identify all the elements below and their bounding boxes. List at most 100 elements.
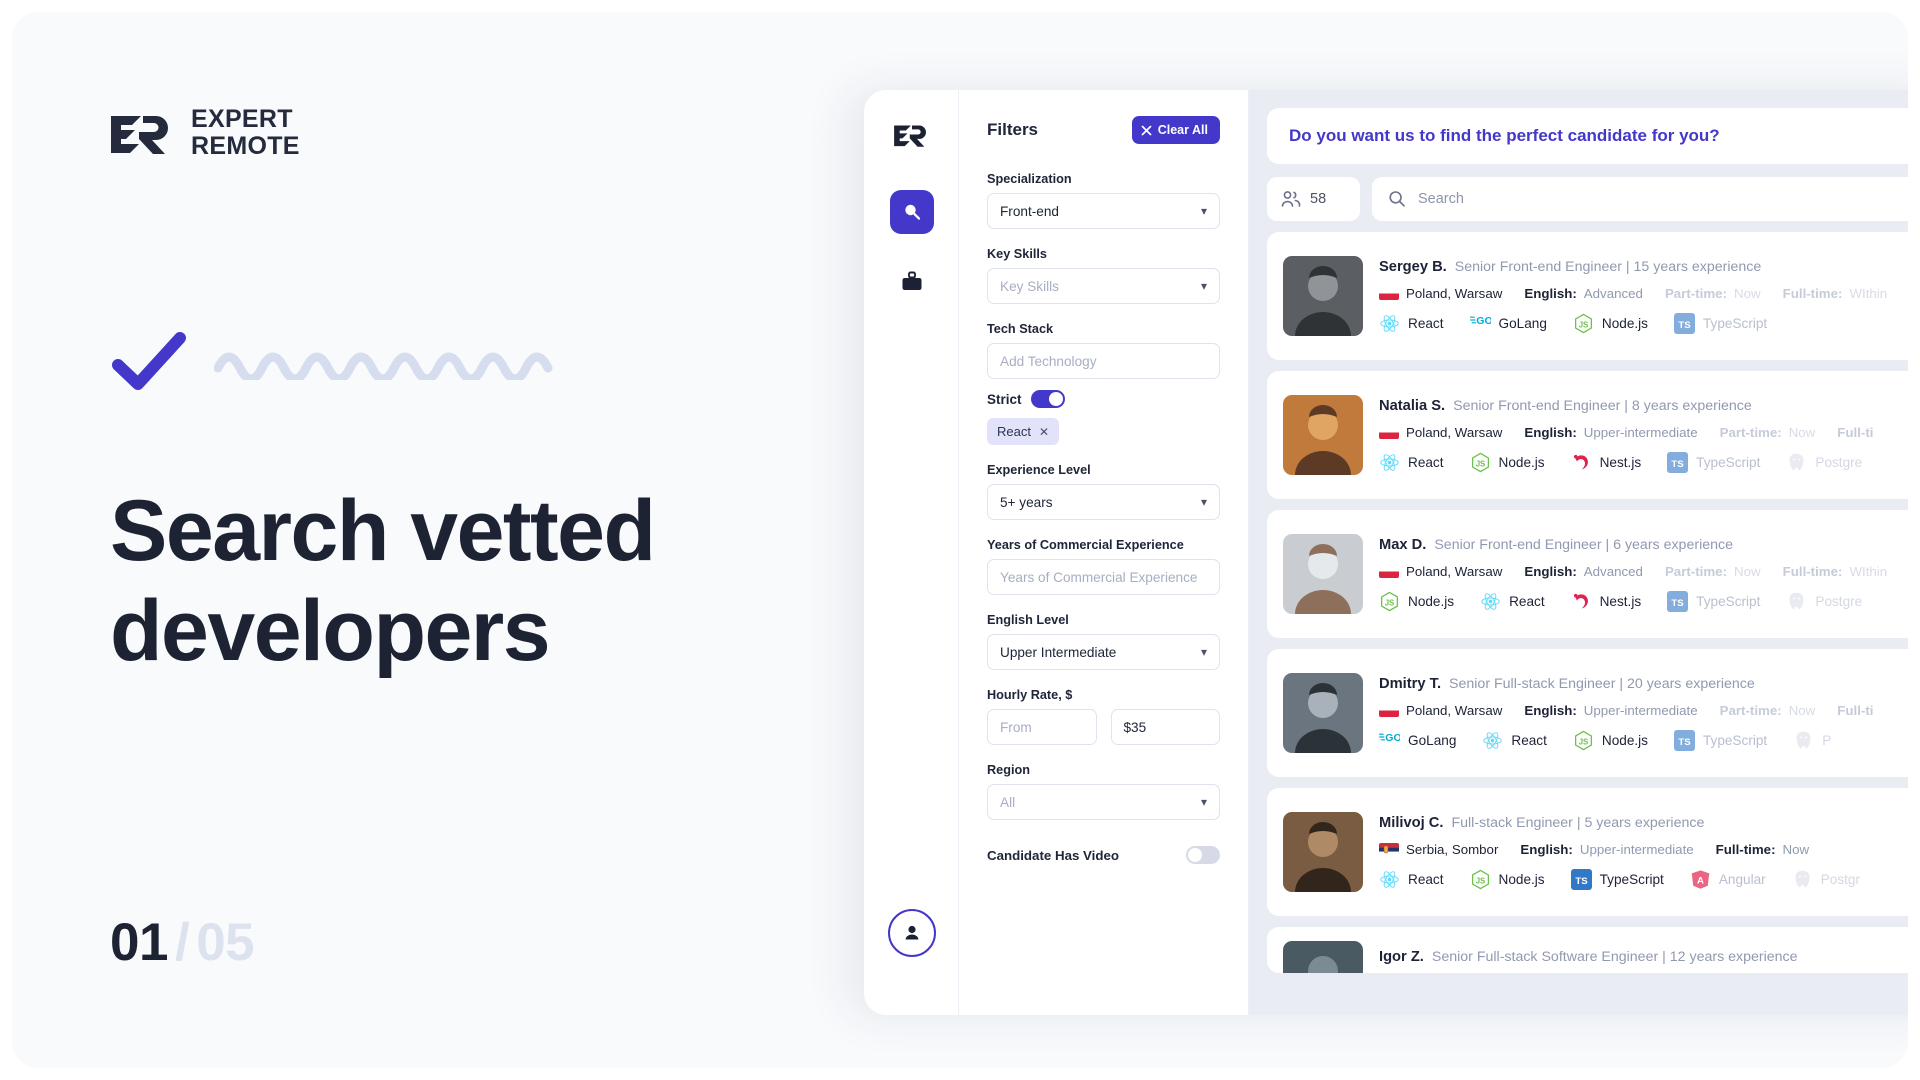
candidate-parttime: Part-time: Now [1664, 285, 1761, 301]
toggle-knob [1048, 392, 1063, 406]
years-commercial-input[interactable]: Years of Commercial Experience [987, 559, 1220, 595]
search-input[interactable]: Search [1372, 177, 1908, 221]
filter-region: Region All ▾ [987, 763, 1220, 820]
react-icon [1379, 313, 1400, 334]
nestjs-icon [1573, 593, 1588, 608]
strict-toggle[interactable] [1030, 390, 1065, 408]
typescript-icon: TS [1667, 590, 1689, 612]
candidate-card[interactable]: Max D. Senior Front-end Engineer | 6 yea… [1267, 510, 1908, 638]
clear-all-button[interactable]: Clear All [1131, 116, 1220, 144]
hourly-rate-label: Hourly Rate, $ [987, 688, 1073, 702]
experience-level-select[interactable]: 5+ years ▾ [987, 484, 1220, 520]
nodejs-icon: JS [1380, 591, 1399, 611]
er-logo-icon[interactable] [893, 122, 931, 148]
react-icon [1483, 731, 1503, 749]
candidate-tech-row: React GOGoLang JSNode.js TSTypeScript [1379, 312, 1908, 334]
candidate-card[interactable]: Igor Z. Senior Full-stack Software Engin… [1267, 927, 1908, 973]
nodejs-icon: JS [1573, 313, 1594, 334]
postgres-icon [1789, 453, 1804, 470]
pager-total: 05 [196, 913, 255, 972]
candidate-role: Senior Front-end Engineer | 8 years expe… [1453, 397, 1752, 414]
briefcase-icon [902, 271, 922, 290]
typescript-icon: TS [1667, 451, 1689, 473]
tech-stack-input[interactable]: Add Technology [987, 343, 1220, 379]
promo-banner[interactable]: Do you want us to find the perfect candi… [1267, 108, 1908, 164]
avatar [1283, 256, 1363, 336]
country-flag [1379, 425, 1399, 439]
nestjs-icon [1571, 452, 1592, 473]
key-skills-label: Key Skills [987, 247, 1047, 261]
candidate-meta-row: Poland, Warsaw English: Upper-intermediate… [1379, 425, 1908, 440]
tech-badge: TS TypeScript [1673, 729, 1767, 751]
remove-chip-icon[interactable]: ✕ [1039, 425, 1049, 439]
expert-remote-logo: EXPERT REMOTE [109, 106, 300, 160]
candidate-meta-row: Poland, Warsaw English: Advanced Part-time:… [1379, 564, 1908, 579]
nodejs-icon: JS [1471, 869, 1489, 889]
candidate-card[interactable]: Natalia S. Senior Front-end Engineer | 8… [1267, 371, 1908, 499]
candidate-count: 58 [1267, 177, 1360, 221]
tech-badge: JS Node.js [1573, 730, 1648, 751]
candidate-role: Senior Front-end Engineer | 6 years expe… [1434, 536, 1733, 553]
hourly-rate-to-input[interactable]: $35 [1110, 709, 1220, 745]
sidebar-item-search[interactable] [890, 190, 934, 234]
sidebar-item-jobs[interactable] [890, 260, 934, 304]
postgres-icon [1792, 869, 1813, 890]
tech-badge: React [1379, 452, 1444, 473]
angular-icon: A [1691, 869, 1710, 889]
people-icon [1281, 191, 1301, 207]
tech-badge: GOGoLang [1378, 730, 1456, 751]
english-level-select[interactable]: Upper Intermediate ▾ [987, 634, 1220, 670]
strict-label: Strict [987, 391, 1022, 407]
country-flag [1379, 842, 1399, 856]
candidate-location: Poland, Warsaw [1379, 286, 1502, 301]
country-flag [1379, 703, 1399, 717]
hourly-rate-from-input[interactable]: From [987, 709, 1097, 745]
nodejs-icon: JS [1574, 730, 1592, 750]
tech-badge: A Angular [1690, 869, 1766, 890]
typescript-icon: TS [1673, 312, 1695, 334]
candidate-header: Milivoj C. Full-stack Engineer | 5 years… [1379, 815, 1908, 831]
typescript-icon: TS [1667, 590, 1689, 612]
candidate-fulltime: Full-time: WIthin [1782, 285, 1888, 301]
key-skills-select[interactable]: Key Skills ▾ [987, 268, 1220, 304]
close-icon [1141, 125, 1152, 135]
specialization-select[interactable]: Front-end ▾ [987, 193, 1220, 229]
tech-badge: JS Node.js [1470, 452, 1545, 473]
filter-tech-stack: Tech Stack Add Technology Strict React ✕ [987, 322, 1220, 445]
avatar [1283, 673, 1363, 753]
candidate-card[interactable]: Dmitry T. Senior Full-stack Engineer | 2… [1267, 649, 1908, 777]
filter-key-skills: Key Skills Key Skills ▾ [987, 247, 1220, 304]
candidate-has-video-toggle[interactable] [1186, 846, 1220, 864]
tech-badge: Nest.js [1571, 591, 1641, 612]
tech-chip-react[interactable]: React ✕ [987, 418, 1060, 445]
candidate-role: Full-stack Engineer | 5 years experience [1451, 814, 1705, 831]
region-select[interactable]: All ▾ [987, 784, 1220, 820]
candidate-details: Max D. Senior Front-end Engineer | 6 yea… [1363, 537, 1908, 612]
sidebar-item-profile[interactable] [888, 909, 936, 957]
tech-badge: Postgre [1786, 452, 1862, 473]
postgres-icon [1793, 730, 1814, 751]
english-level-value: Upper Intermediate [1000, 644, 1117, 660]
candidate-details: Dmitry T. Senior Full-stack Engineer | 2… [1363, 676, 1908, 751]
tech-badge: TS TypeScript [1667, 451, 1760, 473]
svg-text:JS: JS [1579, 320, 1589, 329]
app-window: Filters Clear All Specialization Front-e… [864, 90, 1908, 1015]
specialization-value: Front-end [1000, 203, 1059, 219]
logo-line-1: EXPERT [191, 105, 293, 133]
candidate-header: Max D. Senior Front-end Engineer | 6 yea… [1379, 537, 1908, 553]
candidate-fulltime: Full-time: Now [1715, 841, 1810, 857]
hero-section: EXPERT REMOTE Search vetted developers 0… [12, 12, 872, 1068]
sidebar-rail [864, 90, 959, 1015]
years-commercial-label: Years of Commercial Experience [987, 538, 1184, 552]
candidate-english: English: Upper-intermediate [1524, 424, 1698, 440]
filter-hourly-rate: Hourly Rate, $ From $35 [987, 688, 1220, 745]
experience-level-label: Experience Level [987, 463, 1091, 477]
candidate-name: Natalia S. [1379, 397, 1446, 414]
svg-text:TS: TS [1672, 597, 1685, 608]
react-icon [1379, 452, 1400, 473]
chevron-down-icon: ▾ [1200, 204, 1207, 218]
candidate-english: English: Advanced [1524, 563, 1643, 579]
candidate-card[interactable]: Sergey B. Senior Front-end Engineer | 15… [1267, 232, 1908, 360]
candidate-card[interactable]: Milivoj C. Full-stack Engineer | 5 years… [1267, 788, 1908, 916]
nodejs-icon: JS [1574, 313, 1592, 333]
